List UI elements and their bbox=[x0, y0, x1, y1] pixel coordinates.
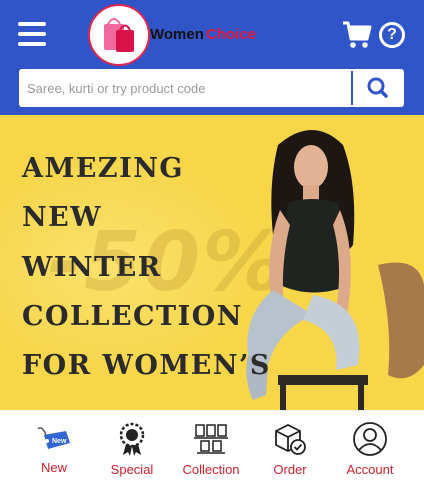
nav-label-special: Special bbox=[110, 462, 154, 477]
search-icon bbox=[367, 77, 388, 98]
menu-icon bbox=[18, 22, 46, 26]
books-shelf-icon bbox=[194, 424, 228, 454]
banner-line-2: NEW bbox=[22, 202, 103, 233]
nav-item-order[interactable]: Order bbox=[248, 411, 332, 497]
search-input[interactable] bbox=[19, 69, 351, 107]
package-check-icon bbox=[275, 423, 306, 455]
banner-line-4: COLLECTION bbox=[22, 301, 243, 332]
nav-item-special[interactable]: Special bbox=[90, 411, 174, 497]
banner-line-5: FOR WOMEN’S bbox=[22, 350, 271, 381]
nav-item-collection[interactable]: Collection bbox=[169, 411, 253, 497]
new-tag-icon: New bbox=[37, 427, 70, 449]
search-bar bbox=[19, 69, 404, 107]
promo-banner[interactable]: -50% AMEZING NEW WINTER COLLECTION FOR W… bbox=[0, 115, 424, 410]
search-button[interactable] bbox=[353, 69, 404, 107]
cart-button[interactable] bbox=[342, 20, 372, 50]
bottom-navigation: New New Special Collection Order Account bbox=[0, 410, 424, 497]
nav-item-account[interactable]: Account bbox=[328, 411, 412, 497]
bag-logo-icon bbox=[88, 4, 150, 66]
help-icon: ? bbox=[387, 26, 397, 43]
nav-item-new[interactable]: New New bbox=[12, 411, 96, 497]
banner-line-3: WINTER bbox=[22, 252, 162, 283]
cart-icon bbox=[343, 21, 372, 48]
nav-label-new: New bbox=[40, 460, 67, 475]
nav-label-account: Account bbox=[346, 462, 394, 477]
brand-logo[interactable]: Women Choice bbox=[88, 4, 270, 66]
banner-line-1: AMEZING bbox=[22, 153, 184, 184]
brand-name-first: Women bbox=[150, 26, 204, 43]
user-icon bbox=[353, 422, 387, 456]
nav-label-order: Order bbox=[273, 462, 307, 477]
menu-button[interactable] bbox=[18, 22, 46, 48]
app-header: Women Choice ? bbox=[0, 0, 424, 115]
brand-name-second: Choice bbox=[206, 26, 257, 43]
award-badge-icon bbox=[119, 422, 145, 456]
svg-text:New: New bbox=[52, 438, 67, 445]
help-button[interactable]: ? bbox=[379, 22, 405, 48]
nav-label-collection: Collection bbox=[182, 462, 240, 477]
